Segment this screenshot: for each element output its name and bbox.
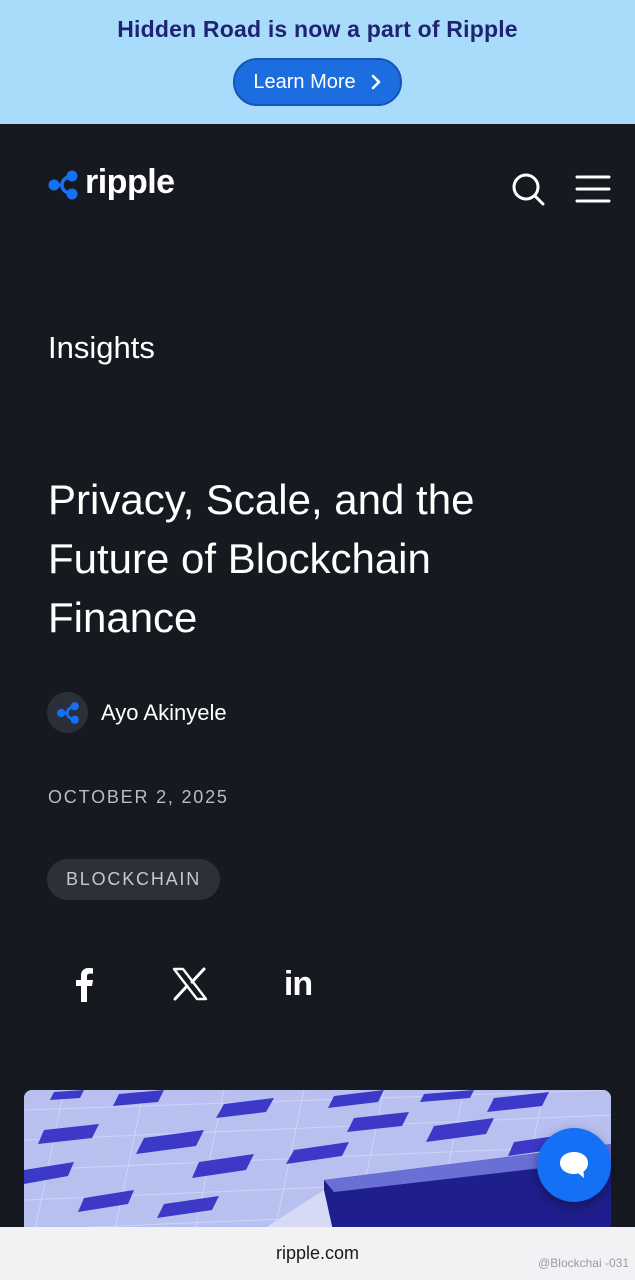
ripple-logo-icon [48, 170, 78, 200]
x-icon [172, 967, 208, 1001]
search-button[interactable] [509, 170, 547, 208]
site-header: ripple [0, 124, 635, 254]
ripple-logo-icon [56, 701, 79, 724]
ripple-logo[interactable]: ripple [47, 165, 175, 201]
hero-image [24, 1090, 611, 1235]
share-facebook-button[interactable] [64, 962, 104, 1006]
search-icon [512, 173, 545, 206]
promo-banner: Hidden Road is now a part of Ripple Lear… [0, 0, 635, 124]
url-text: ripple.com [275, 1243, 360, 1263]
author-byline[interactable]: Ayo Akinyele [47, 692, 227, 733]
facebook-icon [76, 968, 93, 1002]
chat-bubble-icon [560, 1152, 588, 1178]
banner-title: Hidden Road is now a part of Ripple [117, 16, 518, 42]
watermark: @Blockchai -031 [538, 1256, 629, 1270]
share-linkedin-button[interactable]: in [276, 962, 320, 1006]
category-eyebrow[interactable]: Insights [48, 330, 155, 366]
tag-badge[interactable]: BLOCKCHAIN [47, 859, 221, 900]
chevron-right-icon [371, 74, 380, 90]
author-name: Ayo Akinyele [101, 699, 227, 725]
browser-address-bar[interactable]: ripple.com [0, 1227, 635, 1280]
menu-button[interactable] [574, 172, 612, 206]
chat-button[interactable] [537, 1128, 611, 1202]
article-title: Privacy, Scale, and the Future of Blockc… [48, 476, 475, 641]
share-x-button[interactable] [168, 962, 212, 1006]
learn-more-button[interactable]: Learn More [233, 58, 402, 106]
avatar [47, 692, 88, 733]
building-facade-image [24, 1090, 611, 1235]
linkedin-icon: in [283, 964, 313, 1003]
hamburger-menu-icon [575, 175, 611, 203]
publish-date: OCTOBER 2, 2025 [48, 787, 229, 807]
learn-more-label: Learn More [253, 70, 356, 93]
logo-text: ripple [85, 163, 175, 201]
